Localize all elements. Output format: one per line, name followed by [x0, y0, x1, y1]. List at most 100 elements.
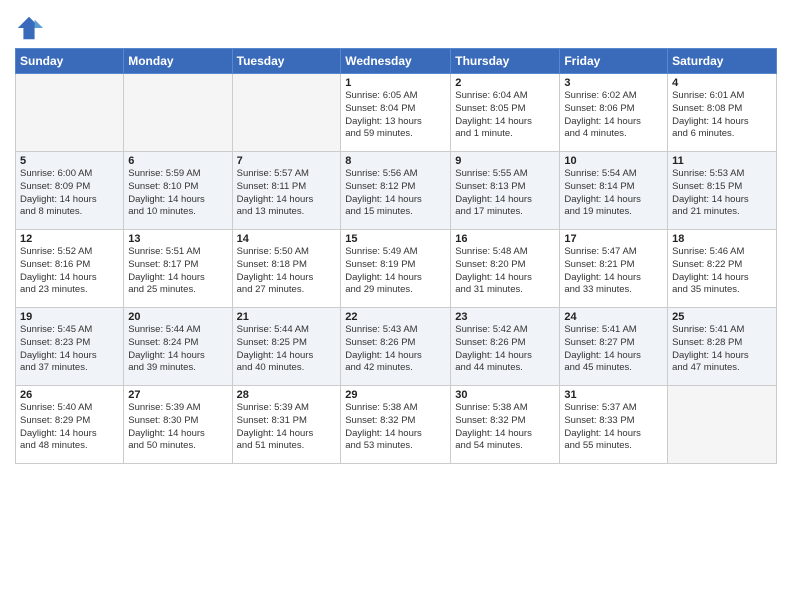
day-info: Sunrise: 5:55 AMSunset: 8:13 PMDaylight:… [455, 168, 555, 219]
day-number: 18 [672, 233, 772, 245]
calendar-day-cell: 10Sunrise: 5:54 AMSunset: 8:14 PMDayligh… [560, 152, 668, 230]
day-number: 27 [128, 389, 227, 401]
calendar-day-header: Saturday [668, 49, 777, 74]
calendar-day-header: Friday [560, 49, 668, 74]
day-number: 11 [672, 155, 772, 167]
day-info: Sunrise: 5:45 AMSunset: 8:23 PMDaylight:… [20, 324, 119, 375]
calendar-week-row: 12Sunrise: 5:52 AMSunset: 8:16 PMDayligh… [16, 230, 777, 308]
day-info: Sunrise: 5:38 AMSunset: 8:32 PMDaylight:… [345, 402, 446, 453]
calendar-week-row: 1Sunrise: 6:05 AMSunset: 8:04 PMDaylight… [16, 74, 777, 152]
calendar-day-cell: 17Sunrise: 5:47 AMSunset: 8:21 PMDayligh… [560, 230, 668, 308]
day-info: Sunrise: 5:46 AMSunset: 8:22 PMDaylight:… [672, 246, 772, 297]
calendar-day-header: Thursday [451, 49, 560, 74]
calendar-day-cell: 3Sunrise: 6:02 AMSunset: 8:06 PMDaylight… [560, 74, 668, 152]
calendar-day-header: Sunday [16, 49, 124, 74]
calendar-day-cell: 14Sunrise: 5:50 AMSunset: 8:18 PMDayligh… [232, 230, 341, 308]
day-number: 8 [345, 155, 446, 167]
day-number: 17 [564, 233, 663, 245]
calendar-day-cell: 12Sunrise: 5:52 AMSunset: 8:16 PMDayligh… [16, 230, 124, 308]
day-info: Sunrise: 6:01 AMSunset: 8:08 PMDaylight:… [672, 90, 772, 141]
calendar-day-cell [124, 74, 232, 152]
day-number: 7 [237, 155, 337, 167]
day-info: Sunrise: 5:39 AMSunset: 8:30 PMDaylight:… [128, 402, 227, 453]
day-number: 30 [455, 389, 555, 401]
day-info: Sunrise: 5:49 AMSunset: 8:19 PMDaylight:… [345, 246, 446, 297]
logo-icon [15, 14, 43, 42]
calendar-day-cell: 27Sunrise: 5:39 AMSunset: 8:30 PMDayligh… [124, 386, 232, 464]
day-info: Sunrise: 6:04 AMSunset: 8:05 PMDaylight:… [455, 90, 555, 141]
day-number: 29 [345, 389, 446, 401]
day-info: Sunrise: 5:44 AMSunset: 8:24 PMDaylight:… [128, 324, 227, 375]
calendar-day-cell: 11Sunrise: 5:53 AMSunset: 8:15 PMDayligh… [668, 152, 777, 230]
calendar-day-header: Tuesday [232, 49, 341, 74]
day-info: Sunrise: 5:53 AMSunset: 8:15 PMDaylight:… [672, 168, 772, 219]
calendar-day-cell: 26Sunrise: 5:40 AMSunset: 8:29 PMDayligh… [16, 386, 124, 464]
day-number: 22 [345, 311, 446, 323]
calendar-day-cell: 19Sunrise: 5:45 AMSunset: 8:23 PMDayligh… [16, 308, 124, 386]
day-info: Sunrise: 5:47 AMSunset: 8:21 PMDaylight:… [564, 246, 663, 297]
day-info: Sunrise: 5:40 AMSunset: 8:29 PMDaylight:… [20, 402, 119, 453]
logo [15, 14, 45, 42]
calendar-day-header: Wednesday [341, 49, 451, 74]
day-number: 14 [237, 233, 337, 245]
calendar-day-cell: 16Sunrise: 5:48 AMSunset: 8:20 PMDayligh… [451, 230, 560, 308]
day-info: Sunrise: 5:56 AMSunset: 8:12 PMDaylight:… [345, 168, 446, 219]
calendar-day-cell: 6Sunrise: 5:59 AMSunset: 8:10 PMDaylight… [124, 152, 232, 230]
page: SundayMondayTuesdayWednesdayThursdayFrid… [0, 0, 792, 612]
day-number: 3 [564, 77, 663, 89]
calendar-day-cell: 22Sunrise: 5:43 AMSunset: 8:26 PMDayligh… [341, 308, 451, 386]
day-info: Sunrise: 6:02 AMSunset: 8:06 PMDaylight:… [564, 90, 663, 141]
day-number: 10 [564, 155, 663, 167]
calendar-week-row: 19Sunrise: 5:45 AMSunset: 8:23 PMDayligh… [16, 308, 777, 386]
day-number: 31 [564, 389, 663, 401]
day-info: Sunrise: 5:51 AMSunset: 8:17 PMDaylight:… [128, 246, 227, 297]
calendar-header-row: SundayMondayTuesdayWednesdayThursdayFrid… [16, 49, 777, 74]
day-number: 28 [237, 389, 337, 401]
calendar-day-cell: 30Sunrise: 5:38 AMSunset: 8:32 PMDayligh… [451, 386, 560, 464]
calendar-day-cell: 28Sunrise: 5:39 AMSunset: 8:31 PMDayligh… [232, 386, 341, 464]
day-number: 12 [20, 233, 119, 245]
day-number: 9 [455, 155, 555, 167]
day-info: Sunrise: 5:50 AMSunset: 8:18 PMDaylight:… [237, 246, 337, 297]
header [15, 10, 777, 42]
day-number: 15 [345, 233, 446, 245]
day-info: Sunrise: 5:48 AMSunset: 8:20 PMDaylight:… [455, 246, 555, 297]
calendar-day-cell: 8Sunrise: 5:56 AMSunset: 8:12 PMDaylight… [341, 152, 451, 230]
calendar-day-cell: 13Sunrise: 5:51 AMSunset: 8:17 PMDayligh… [124, 230, 232, 308]
day-info: Sunrise: 5:37 AMSunset: 8:33 PMDaylight:… [564, 402, 663, 453]
calendar-day-cell [668, 386, 777, 464]
calendar-day-cell: 21Sunrise: 5:44 AMSunset: 8:25 PMDayligh… [232, 308, 341, 386]
day-number: 6 [128, 155, 227, 167]
calendar-day-cell: 24Sunrise: 5:41 AMSunset: 8:27 PMDayligh… [560, 308, 668, 386]
day-info: Sunrise: 6:05 AMSunset: 8:04 PMDaylight:… [345, 90, 446, 141]
calendar-day-cell [16, 74, 124, 152]
day-number: 26 [20, 389, 119, 401]
calendar-day-cell: 20Sunrise: 5:44 AMSunset: 8:24 PMDayligh… [124, 308, 232, 386]
calendar-day-cell [232, 74, 341, 152]
calendar-week-row: 26Sunrise: 5:40 AMSunset: 8:29 PMDayligh… [16, 386, 777, 464]
calendar-day-cell: 5Sunrise: 6:00 AMSunset: 8:09 PMDaylight… [16, 152, 124, 230]
day-info: Sunrise: 5:41 AMSunset: 8:28 PMDaylight:… [672, 324, 772, 375]
calendar-day-cell: 15Sunrise: 5:49 AMSunset: 8:19 PMDayligh… [341, 230, 451, 308]
day-number: 19 [20, 311, 119, 323]
calendar-week-row: 5Sunrise: 6:00 AMSunset: 8:09 PMDaylight… [16, 152, 777, 230]
day-number: 5 [20, 155, 119, 167]
day-info: Sunrise: 5:52 AMSunset: 8:16 PMDaylight:… [20, 246, 119, 297]
day-info: Sunrise: 6:00 AMSunset: 8:09 PMDaylight:… [20, 168, 119, 219]
day-number: 1 [345, 77, 446, 89]
day-info: Sunrise: 5:38 AMSunset: 8:32 PMDaylight:… [455, 402, 555, 453]
calendar-day-cell: 23Sunrise: 5:42 AMSunset: 8:26 PMDayligh… [451, 308, 560, 386]
calendar-day-cell: 25Sunrise: 5:41 AMSunset: 8:28 PMDayligh… [668, 308, 777, 386]
day-number: 20 [128, 311, 227, 323]
calendar-day-cell: 7Sunrise: 5:57 AMSunset: 8:11 PMDaylight… [232, 152, 341, 230]
day-number: 21 [237, 311, 337, 323]
calendar-day-cell: 18Sunrise: 5:46 AMSunset: 8:22 PMDayligh… [668, 230, 777, 308]
calendar-day-header: Monday [124, 49, 232, 74]
calendar-table: SundayMondayTuesdayWednesdayThursdayFrid… [15, 48, 777, 464]
day-number: 13 [128, 233, 227, 245]
calendar-day-cell: 1Sunrise: 6:05 AMSunset: 8:04 PMDaylight… [341, 74, 451, 152]
calendar-day-cell: 9Sunrise: 5:55 AMSunset: 8:13 PMDaylight… [451, 152, 560, 230]
calendar-day-cell: 29Sunrise: 5:38 AMSunset: 8:32 PMDayligh… [341, 386, 451, 464]
day-number: 4 [672, 77, 772, 89]
day-info: Sunrise: 5:42 AMSunset: 8:26 PMDaylight:… [455, 324, 555, 375]
